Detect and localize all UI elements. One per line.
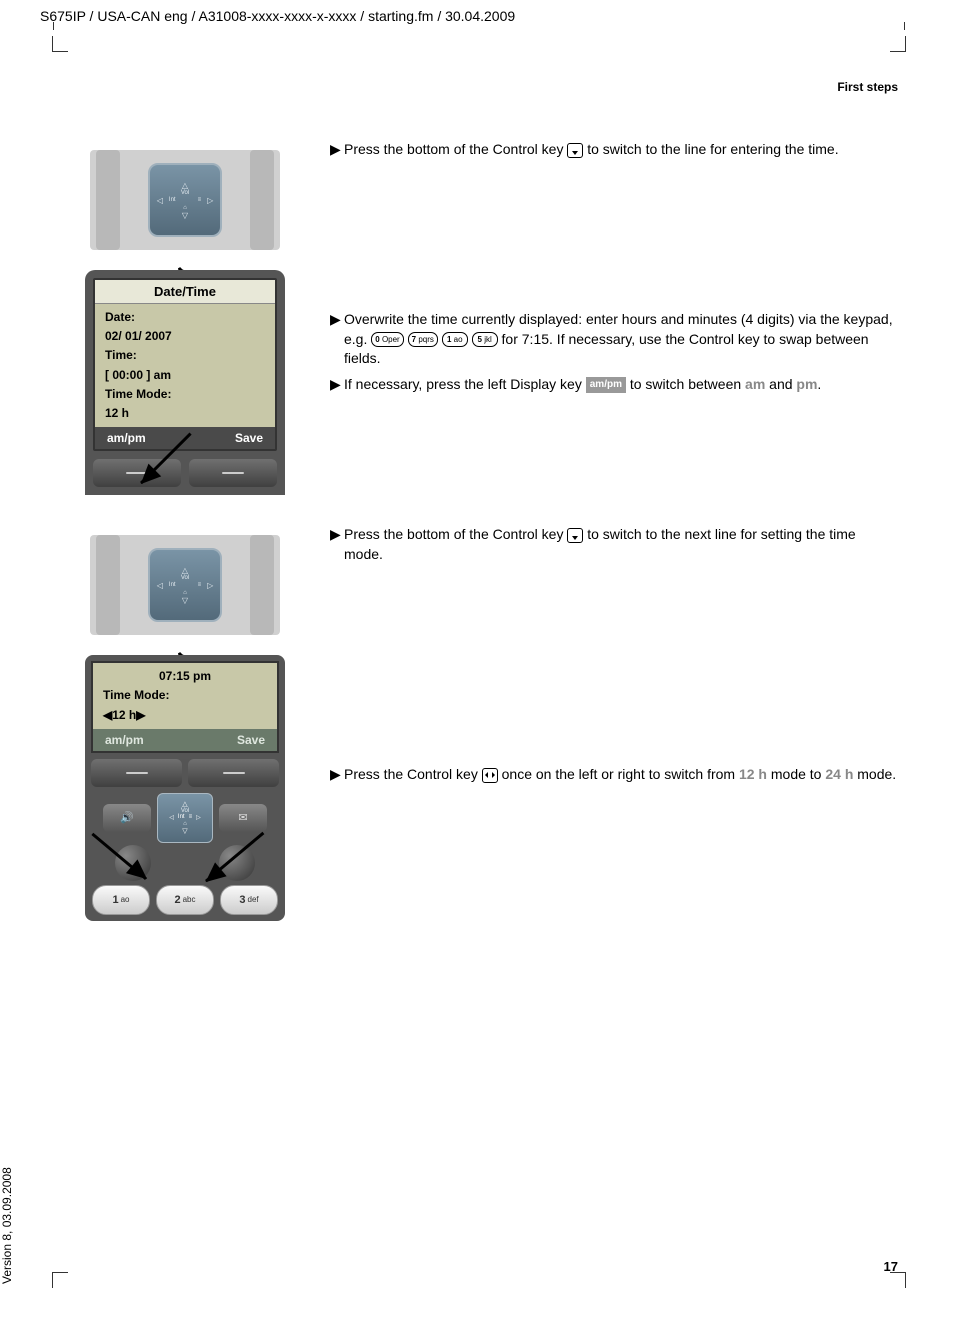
nav-pad: △ Vol ◁Int≡▷ ⌂ ▽: [148, 163, 222, 237]
bullet-icon: ▶: [330, 525, 344, 564]
crop-mark: [52, 36, 68, 52]
softkey-right-label: Save: [235, 431, 263, 445]
screen-line: 07:15 pm: [103, 667, 267, 686]
control-key-photo: △ Vol ◁Int≡▷ ⌂ ▽: [90, 535, 280, 635]
control-down-icon: [567, 143, 583, 158]
instruction-item: ▶ Press the bottom of the Control key to…: [330, 140, 898, 160]
crop-mark: [890, 36, 906, 52]
crop-mark: [52, 1272, 68, 1288]
screen-line: ◀12 h▶: [103, 706, 267, 725]
keypad-3: 3def: [220, 885, 278, 915]
key-0-icon: 0 Oper: [371, 332, 403, 347]
instruction-item: ▶ If necessary, press the left Display k…: [330, 375, 898, 395]
screen-line: 02/ 01/ 2007: [105, 327, 265, 346]
speaker-key: 🔊: [103, 804, 151, 832]
doc-header: S675IP / USA-CAN eng / A31008-xxxx-xxxx-…: [40, 8, 515, 24]
softkey-right-hw: [189, 459, 277, 487]
key-5-icon: 5 jkl: [472, 332, 498, 347]
control-key-photo: △ Vol ◁Int≡▷ ⌂ ▽: [90, 150, 280, 250]
bullet-icon: ▶: [330, 140, 344, 160]
bullet-icon: ▶: [330, 765, 344, 785]
handset-mock-timemode: 07:15 pm Time Mode: ◀12 h▶ am/pm Save: [85, 655, 285, 921]
instruction-item: ▶ Press the bottom of the Control key to…: [330, 525, 898, 564]
control-down-icon: [567, 528, 583, 543]
keypad-1: 1ao: [92, 885, 150, 915]
bullet-icon: ▶: [330, 310, 344, 369]
page-content: △ Vol ◁Int≡▷ ⌂ ▽ ▶ Press the bottom of t…: [60, 140, 898, 941]
screen-line: Time:: [105, 346, 265, 365]
screen-line: Time Mode:: [103, 686, 267, 705]
screen-title: Date/Time: [95, 280, 275, 304]
handset-mock-datetime: Date/Time Date: 02/ 01/ 2007 Time: [ 00:…: [85, 270, 285, 495]
softkey-ampm-label: am/pm: [586, 377, 626, 393]
screen-line: Date:: [105, 308, 265, 327]
page-number: 17: [884, 1259, 898, 1274]
softkey-right-hw: [188, 759, 279, 787]
instruction-item: ▶ Press the Control key once on the left…: [330, 765, 898, 785]
key-7-icon: 7 pqrs: [408, 332, 438, 347]
softkey-left-hw: [91, 759, 182, 787]
softkey-right-label: Save: [237, 733, 265, 747]
bullet-icon: ▶: [330, 375, 344, 395]
version-stamp: Version 8, 03.09.2008: [0, 1167, 14, 1284]
control-leftright-icon: [482, 768, 498, 783]
screen-line: [ 00:00 ] am: [105, 366, 265, 385]
keypad-2: 2abc: [156, 885, 214, 915]
instruction-item: ▶ Overwrite the time currently displayed…: [330, 310, 898, 369]
nav-pad: △ Vol ◁Int≡▷ ⌂ ▽: [148, 548, 222, 622]
running-head: First steps: [837, 80, 898, 94]
screen-line: 12 h: [105, 404, 265, 423]
screen-line: Time Mode:: [105, 385, 265, 404]
softkey-left-label: am/pm: [107, 431, 146, 445]
softkey-left-label: am/pm: [105, 733, 144, 747]
key-1-icon: 1 ao: [442, 332, 468, 347]
message-key: ✉: [219, 804, 267, 832]
crop-mark: [890, 1272, 906, 1288]
nav-pad: △ Vol ◁Int≡▷ ⌂ ▽: [157, 793, 213, 843]
